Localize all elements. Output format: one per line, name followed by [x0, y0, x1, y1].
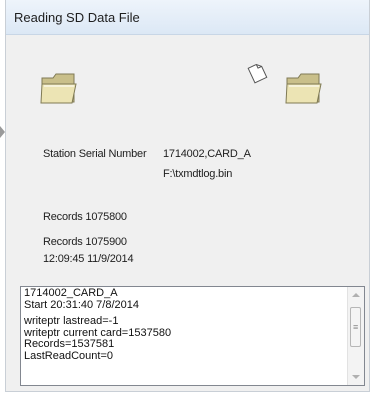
station-serial-value: 1714002,CARD_A: [163, 148, 251, 160]
file-path: F:\txmdtlog.bin: [163, 168, 233, 180]
log-lines: 1714002_CARD_A Start 20:31:40 7/8/2014 w…: [24, 287, 344, 363]
log-scrollbar[interactable]: ≡: [347, 287, 364, 385]
scroll-thumb[interactable]: ≡: [350, 307, 361, 347]
log-line: LastReadCount=0: [24, 349, 113, 362]
grip-icon: ≡: [353, 322, 359, 332]
reading-dialog: Reading SD Data File Station Serial Numb…: [5, 0, 370, 392]
records-count-first: Records 1075800: [43, 211, 127, 223]
log-textarea[interactable]: 1714002_CARD_A Start 20:31:40 7/8/2014 w…: [20, 286, 365, 386]
station-serial-label: Station Serial Number: [43, 148, 147, 160]
window-title: Reading SD Data File: [14, 10, 140, 25]
log-line: Start 20:31:40 7/8/2014: [24, 298, 139, 311]
folder-icon: [285, 73, 322, 104]
scroll-up-icon[interactable]: [352, 293, 360, 297]
records-timestamp: 12:09:45 11/9/2014: [43, 253, 134, 265]
folder-icon: [40, 73, 77, 104]
paper-icon: [247, 63, 268, 84]
records-count-second: Records 1075900: [43, 236, 127, 248]
log-line: 1714002_CARD_A: [24, 287, 118, 299]
scroll-down-icon[interactable]: [352, 375, 360, 379]
title-bar[interactable]: Reading SD Data File: [6, 0, 369, 35]
